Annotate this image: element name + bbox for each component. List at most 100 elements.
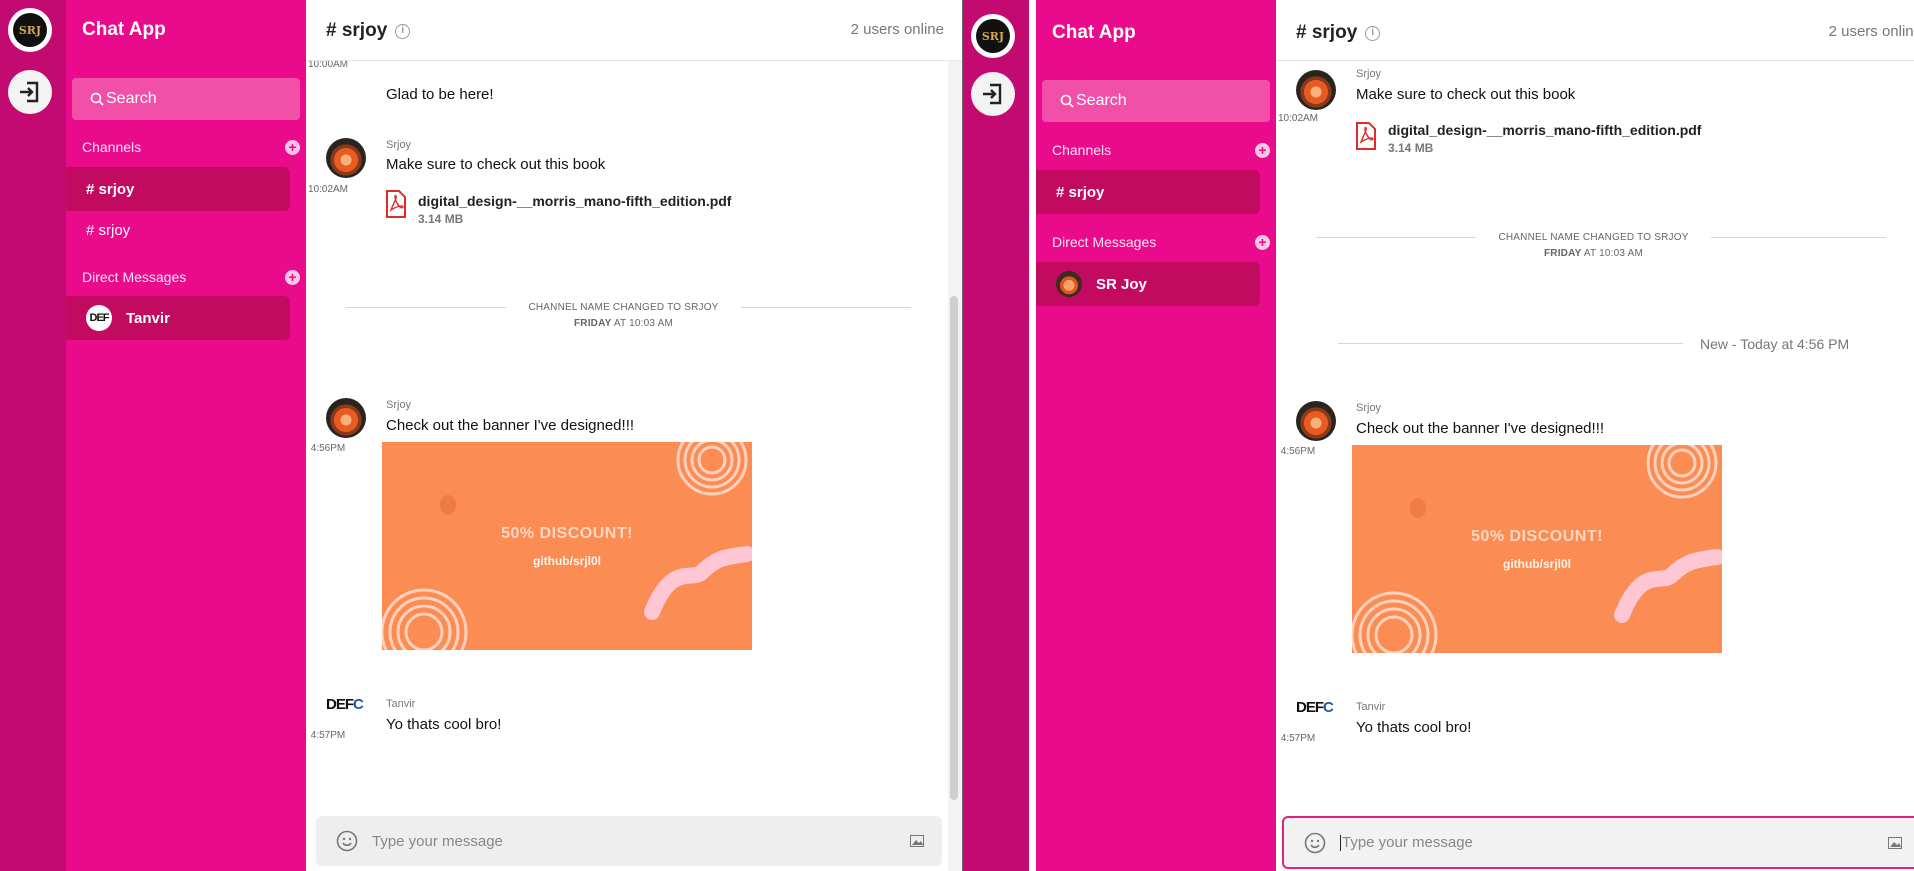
emoji-icon[interactable]	[336, 830, 358, 852]
message-text: Make sure to check out this book	[1356, 86, 1576, 103]
message-author: Srjoy	[1356, 402, 1382, 414]
channel-label: # srjoy	[86, 180, 135, 198]
banner-image[interactable]: 50% DISCOUNT! github/srjl0l	[1352, 445, 1722, 653]
online-count: 2 users online	[850, 21, 944, 38]
add-channel-plus-icon[interactable]: +	[285, 139, 300, 155]
logout-icon	[983, 83, 1002, 105]
banner-decoration-icon	[1352, 445, 1722, 653]
channel-header: # srjoy i 2 users online	[306, 0, 962, 61]
add-dm-plus-icon[interactable]: +	[285, 269, 300, 285]
channels-header: Channels +	[82, 139, 300, 155]
workspace-logo-icon[interactable]: SRJ	[971, 14, 1015, 58]
event-time: FRIDAY AT 10:03 AM	[506, 318, 741, 329]
channel-event: CHANNEL NAME CHANGED TO SRJOY FRIDAY AT …	[1476, 232, 1711, 259]
message-input[interactable]: Type your message	[316, 816, 942, 866]
divider	[346, 307, 506, 308]
message-text: Yo thats cool bro!	[1356, 719, 1472, 736]
avatar	[1296, 70, 1336, 110]
app-title: Chat App	[1052, 22, 1136, 43]
sidebar-item-channel[interactable]: # srjoy	[1036, 170, 1260, 214]
avatar	[326, 398, 366, 438]
workspace-logo-icon[interactable]: SRJ	[8, 8, 52, 52]
avatar	[1056, 271, 1082, 297]
channel-label: # srjoy	[86, 221, 131, 239]
search-placeholder: Search	[1076, 92, 1127, 109]
banner-discount: 50% DISCOUNT!	[1471, 528, 1603, 545]
channels-label: Channels	[1052, 142, 1112, 158]
chat-main: # srjoy i 2 users online 10:00AM Glad to…	[306, 0, 962, 871]
divider	[1316, 237, 1476, 238]
message-time: 10:02AM	[307, 184, 349, 195]
avatar	[1296, 401, 1336, 441]
add-channel-plus-icon[interactable]: +	[1255, 142, 1270, 158]
dm-label: Direct Messages	[1052, 234, 1157, 250]
logout-button[interactable]	[8, 70, 52, 114]
add-dm-plus-icon[interactable]: +	[1255, 234, 1270, 250]
scrollbar-thumb[interactable]	[950, 296, 958, 800]
message-text: Glad to be here!	[386, 86, 494, 103]
channel-event: CHANNEL NAME CHANGED TO SRJOY FRIDAY AT …	[506, 302, 741, 329]
message-placeholder: Type your message	[372, 832, 503, 850]
divider	[741, 307, 911, 308]
image-icon[interactable]	[910, 835, 924, 847]
dm-label: Tanvir	[126, 309, 170, 327]
file-link[interactable]: digital_design-__morris_mano-fifth_editi…	[1388, 122, 1701, 138]
event-at: AT 10:03 AM	[1583, 248, 1644, 259]
chat-main: # srjoy i 2 users online 10:02AM Srjoy M…	[1276, 0, 1914, 871]
image-icon[interactable]	[1888, 836, 1902, 849]
message-input[interactable]: Type your message	[1282, 816, 1914, 869]
channel-title-text: # srjoy	[326, 20, 388, 41]
screen: SRJ Chat App Search Channels + # srjoy #…	[0, 0, 1914, 871]
message-time: 4:57PM	[1280, 733, 1316, 744]
sidebar-item-channel[interactable]: # srjoy	[66, 167, 290, 211]
text-caret	[1340, 834, 1341, 851]
online-count: 2 users online	[1828, 23, 1914, 40]
banner-image[interactable]: 50% DISCOUNT! github/srjl0l	[382, 442, 752, 650]
icon-rail: SRJ	[963, 0, 1029, 871]
sidebar-item-channel[interactable]: # srjoy	[66, 208, 290, 252]
event-at: AT 10:03 AM	[613, 318, 674, 329]
message-text: Check out the banner I've designed!!!	[386, 417, 635, 434]
channel-title: # srjoy i	[326, 20, 411, 42]
channels-label: Channels	[82, 139, 142, 155]
search-input[interactable]: Search	[72, 78, 300, 120]
file-size: 3.14 MB	[1388, 141, 1434, 155]
search-input[interactable]: Search	[1042, 80, 1270, 122]
pdf-icon[interactable]	[385, 190, 407, 218]
message-text: Check out the banner I've designed!!!	[1356, 420, 1605, 437]
sidebar-item-dm[interactable]: DEF Tanvir	[66, 296, 290, 340]
dm-header: Direct Messages +	[1052, 234, 1270, 250]
banner-link: github/srjl0l	[1502, 557, 1571, 571]
divider	[1711, 237, 1886, 238]
message-time: 4:56PM	[310, 443, 346, 454]
message-text: Make sure to check out this book	[386, 156, 606, 173]
channel-header: # srjoy i 2 users online	[1276, 0, 1914, 61]
info-icon[interactable]: i	[1365, 25, 1381, 41]
emoji-icon[interactable]	[1304, 832, 1326, 854]
event-day: FRIDAY	[1543, 248, 1582, 259]
event-day: FRIDAY	[573, 318, 612, 329]
file-size: 3.14 MB	[418, 212, 464, 226]
right-window: SRJ Chat App Search Channels + # srjoy D…	[962, 0, 1914, 871]
dm-label: Direct Messages	[82, 269, 187, 285]
logout-button[interactable]	[971, 72, 1015, 116]
search-icon	[90, 92, 104, 106]
message-text: Yo thats cool bro!	[386, 716, 502, 733]
file-link[interactable]: digital_design-__morris_mano-fifth_editi…	[418, 193, 731, 209]
sidebar-item-dm[interactable]: SR Joy	[1036, 262, 1260, 306]
message-author: Srjoy	[386, 139, 412, 151]
event-text: CHANNEL NAME CHANGED TO SRJOY	[528, 302, 719, 313]
sidebar: Chat App Search Channels + # srjoy # srj…	[66, 0, 306, 871]
banner-decoration-icon	[382, 442, 752, 650]
pdf-icon[interactable]	[1355, 122, 1377, 150]
icon-rail: SRJ	[0, 0, 66, 871]
dm-header: Direct Messages +	[82, 269, 300, 285]
channel-title-text: # srjoy	[1296, 22, 1358, 43]
left-window: SRJ Chat App Search Channels + # srjoy #…	[0, 0, 962, 871]
banner-link: github/srjl0l	[532, 554, 601, 568]
message-author: Tanvir	[386, 698, 416, 710]
event-text: CHANNEL NAME CHANGED TO SRJOY	[1498, 232, 1689, 243]
info-icon[interactable]: i	[395, 23, 411, 39]
sidebar: Chat App Search Channels + # srjoy Direc…	[1036, 0, 1276, 871]
new-messages-label: New - Today at 4:56 PM	[1700, 336, 1850, 352]
